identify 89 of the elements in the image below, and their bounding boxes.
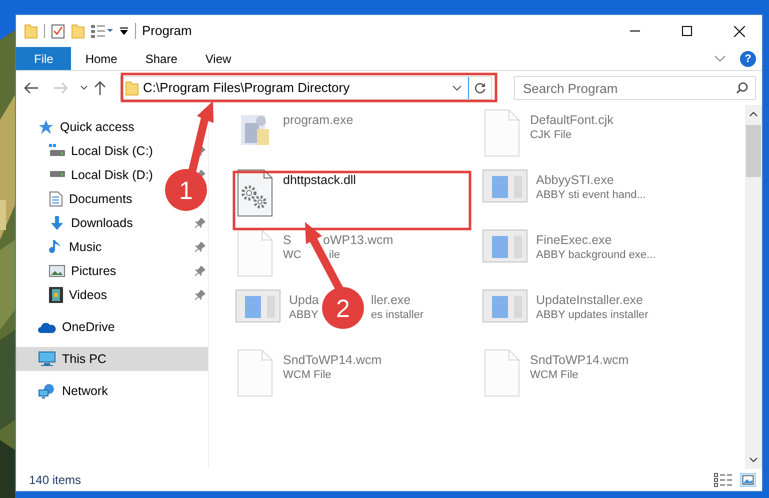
sidebar-item-highlight[interactable]: This PC — [16, 347, 208, 371]
ribbon-tab[interactable]: Home — [71, 47, 132, 70]
close-icon — [734, 26, 744, 36]
arrow — [188, 101, 214, 173]
back-button[interactable] — [24, 82, 38, 94]
file-name[interactable]: oWP13.wcm — [323, 233, 394, 247]
item-count: 140 items — [29, 472, 82, 489]
document-icon — [49, 191, 63, 207]
sidebar-item[interactable]: Videos — [69, 286, 107, 304]
file-description: WCM File — [530, 369, 578, 381]
scrollbar-thumb[interactable] — [746, 125, 761, 177]
file-description: ile — [329, 249, 340, 261]
customize-toolbar-icon[interactable] — [119, 26, 129, 36]
file-description: WCM File — [283, 369, 332, 381]
ribbon-tab[interactable]: Share — [131, 47, 192, 70]
dropdown-icon[interactable] — [452, 85, 462, 91]
sidebar-item[interactable]: Pictures — [71, 262, 116, 280]
recent-locations-button[interactable] — [80, 85, 88, 91]
file-description: ABBY — [289, 309, 318, 321]
scroll-up-icon[interactable] — [749, 111, 758, 117]
help-button[interactable]: ? — [740, 50, 756, 66]
sidebar-item[interactable]: Local Disk (C:) — [71, 142, 153, 160]
sidebar-item[interactable]: Network — [62, 382, 108, 400]
file-icon — [235, 229, 275, 277]
scroll-down-icon[interactable] — [749, 457, 758, 463]
refresh-icon[interactable] — [474, 82, 486, 94]
drive-icon — [49, 144, 65, 158]
file-name[interactable]: SndToWP14.wcm — [283, 353, 382, 367]
file-name[interactable]: S — [283, 233, 292, 247]
file-icon — [235, 349, 275, 397]
file-name[interactable]: Upda — [289, 293, 319, 307]
up-button[interactable] — [94, 81, 106, 95]
search-icon[interactable] — [736, 82, 748, 94]
expand-ribbon-icon[interactable] — [714, 54, 726, 62]
computer-icon — [38, 351, 56, 367]
star-icon — [38, 119, 54, 135]
window-icon — [482, 289, 528, 323]
file-description: ABBY updates installer — [536, 309, 648, 321]
file-description: ABBY sti event hand... — [536, 189, 646, 201]
film-icon — [49, 287, 63, 303]
sidebar-item[interactable]: Documents — [69, 190, 132, 208]
download-icon — [49, 215, 65, 231]
window-icon — [482, 229, 528, 263]
pin-icon[interactable] — [195, 218, 205, 228]
details-view-icon[interactable] — [714, 473, 732, 487]
sidebar-item[interactable]: Downloads — [71, 214, 133, 232]
picture-icon — [49, 264, 65, 278]
file-name[interactable]: dhttpstack.dll — [283, 173, 356, 187]
sidebar-item[interactable]: Quick access — [60, 118, 134, 136]
window-title: Program — [142, 22, 192, 40]
scrollbar[interactable] — [745, 105, 762, 469]
file-icon — [482, 109, 522, 157]
file-description: ABBY background exe... — [536, 249, 656, 261]
cloud-icon — [38, 321, 56, 333]
sidebar-item[interactable]: Local Disk (D:) — [71, 166, 153, 184]
file-name[interactable]: FineExec.exe — [536, 233, 612, 247]
properties-icon[interactable] — [51, 23, 65, 39]
ribbon-tab[interactable]: File — [16, 47, 72, 70]
music-note-icon — [49, 239, 63, 255]
network-icon — [38, 383, 56, 399]
file-name[interactable]: SndToWP14.wcm — [530, 353, 629, 367]
sidebar-item[interactable]: Music — [69, 238, 102, 256]
file-name[interactable]: program.exe — [283, 113, 354, 127]
file-description: es installer — [371, 309, 424, 321]
file-name[interactable]: UpdateInstaller.exe — [536, 293, 644, 307]
file-name[interactable]: AbbyySTI.exe — [536, 173, 614, 187]
pin-icon[interactable] — [195, 242, 205, 252]
window-icon — [482, 169, 528, 203]
step-number-badge: 2 — [322, 287, 364, 329]
ribbon-tab[interactable]: View — [191, 47, 246, 70]
file-name[interactable]: ller.exe — [371, 293, 411, 307]
file-name[interactable]: DefaultFont.cjk — [530, 113, 614, 127]
large-icons-view-icon[interactable] — [740, 473, 756, 487]
gear-file-icon — [235, 169, 275, 217]
file-icon — [482, 349, 522, 397]
file-description: WC — [283, 249, 302, 261]
pin-icon[interactable] — [195, 266, 205, 276]
sidebar-item[interactable]: This PC — [62, 350, 106, 368]
step-number-badge: 1 — [165, 169, 207, 211]
minimize-icon — [630, 30, 640, 32]
search-field[interactable]: Search Program — [514, 76, 756, 100]
file-description: CJK File — [530, 129, 572, 141]
folder-icon — [125, 80, 139, 96]
sidebar-item[interactable]: OneDrive — [62, 318, 115, 336]
window-icon — [235, 289, 281, 323]
maximize-icon — [682, 26, 692, 36]
drive-icon — [49, 171, 65, 179]
view-options-icon[interactable] — [91, 24, 113, 38]
pin-icon[interactable] — [195, 290, 205, 300]
